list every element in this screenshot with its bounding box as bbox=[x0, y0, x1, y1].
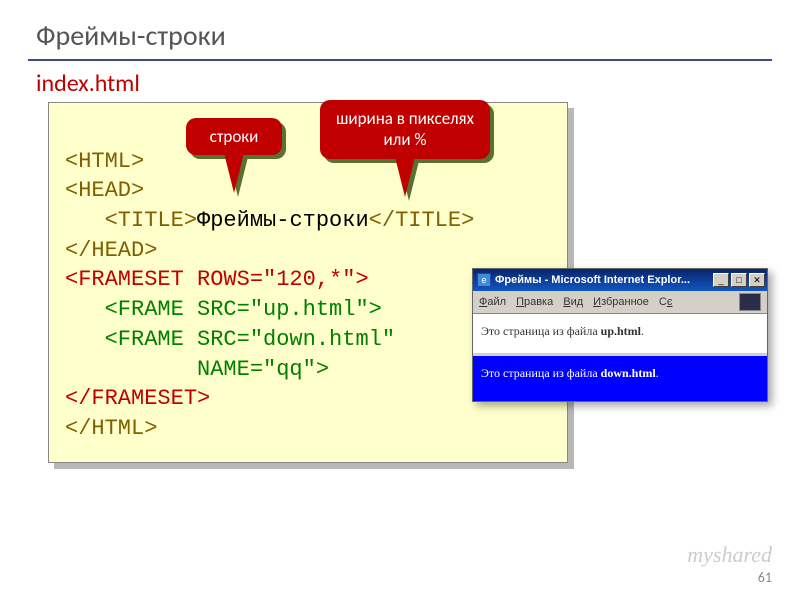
callout-text: ширина в пикселях или % bbox=[336, 108, 474, 150]
frame-bottom-text: Это страница из файла bbox=[481, 366, 601, 380]
code-line: </HEAD> bbox=[65, 238, 157, 263]
callout-width: ширина в пикселях или % bbox=[320, 100, 490, 159]
callout-rows: строки bbox=[186, 118, 282, 155]
maximize-button[interactable]: □ bbox=[731, 273, 747, 287]
menu-favorites[interactable]: Избранное bbox=[593, 296, 649, 308]
callout-text: строки bbox=[210, 126, 259, 147]
frame-bottom: Это страница из файла down.html. bbox=[473, 356, 767, 401]
code-line: <TITLE> bbox=[65, 208, 197, 233]
menu-file[interactable]: Файл bbox=[479, 296, 506, 308]
frame-top-text: Это страница из файла bbox=[481, 324, 601, 338]
code-line: <HTML> bbox=[65, 149, 144, 174]
code-line: <FRAME SRC="up.html"> bbox=[65, 297, 382, 322]
menu-view[interactable]: Вид bbox=[563, 296, 583, 308]
minimize-button[interactable]: _ bbox=[713, 273, 729, 287]
code-line: </HTML> bbox=[65, 416, 157, 441]
code-line: <FRAME SRC="down.html" bbox=[65, 327, 395, 352]
title-underline bbox=[28, 59, 772, 61]
close-button[interactable]: ✕ bbox=[749, 273, 765, 287]
ie-icon: e bbox=[477, 273, 491, 287]
menu-service[interactable]: Сє bbox=[659, 296, 673, 308]
watermark: myshared bbox=[687, 542, 772, 568]
browser-window: e Фреймы - Microsoft Internet Explor... … bbox=[472, 268, 768, 402]
browser-titlebar: e Фреймы - Microsoft Internet Explor... … bbox=[473, 269, 767, 291]
page-number: 61 bbox=[758, 569, 772, 586]
code-line: </TITLE> bbox=[369, 208, 475, 233]
code-line: <FRAMESET ROWS="120,*"> bbox=[65, 267, 369, 292]
code-line: <HEAD> bbox=[65, 178, 144, 203]
frame-top: Это страница из файла up.html. bbox=[473, 314, 767, 356]
code-text: Фреймы-строки bbox=[197, 208, 369, 233]
code-line: NAME="qq"> bbox=[65, 357, 329, 382]
slide-title: Фреймы-строки bbox=[0, 0, 800, 59]
code-line: </FRAMESET> bbox=[65, 386, 210, 411]
frame-bottom-file: down.html bbox=[601, 366, 656, 380]
browser-menubar: Файл Правка Вид Избранное Сє bbox=[473, 291, 767, 314]
filename-label: index.html bbox=[0, 69, 800, 102]
frame-top-file: up.html bbox=[601, 324, 641, 338]
throbber-icon bbox=[739, 293, 761, 311]
menu-edit[interactable]: Правка bbox=[516, 296, 553, 308]
browser-title: Фреймы - Microsoft Internet Explor... bbox=[495, 274, 711, 286]
